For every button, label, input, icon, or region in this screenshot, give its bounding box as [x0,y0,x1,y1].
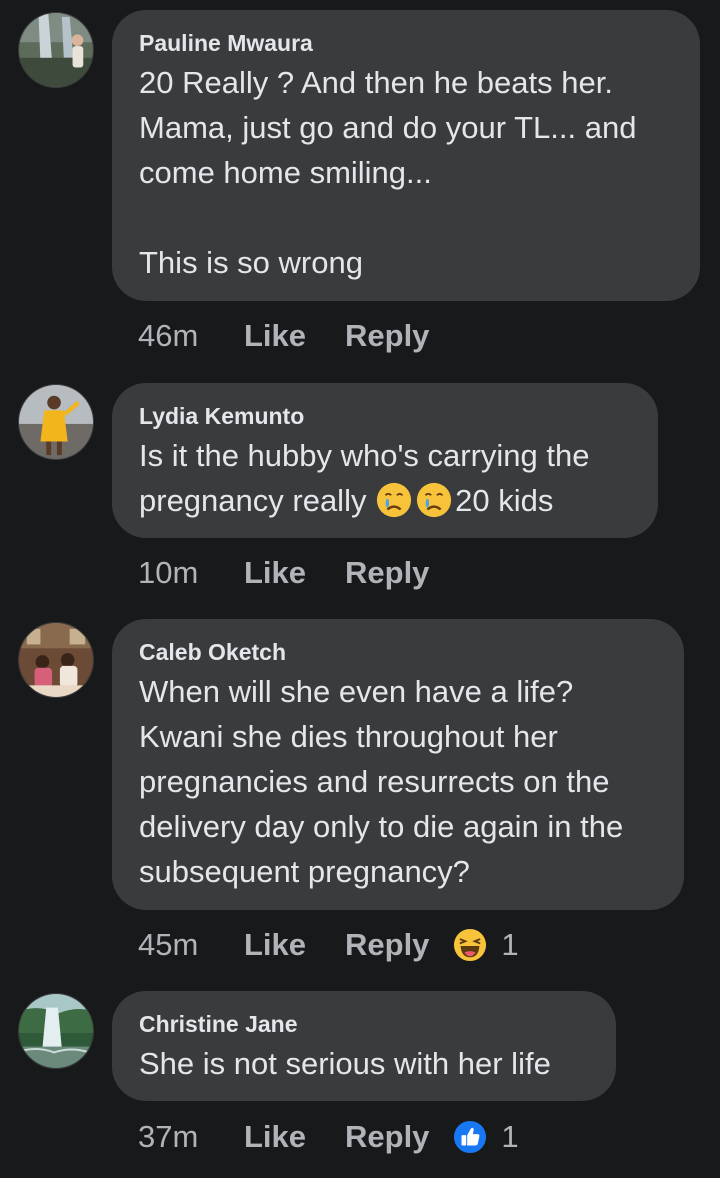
comment-line: She is not serious with her life [139,1046,551,1081]
comment-line: pregnancies and resurrects on the [139,764,610,799]
comment-actions: 46m Like Reply [138,316,453,356]
haha-reaction-icon [454,928,487,962]
comment-bubble: Lydia Kemunto Is it the hubby who's carr… [112,383,658,538]
comment-bubble: Christine Jane She is not serious with h… [112,991,616,1101]
comment-line: Is it the hubby who's carrying the [139,438,590,473]
profile-photo-icon [19,13,93,87]
comment-bubble: Caleb Oketch When will she even have a l… [112,619,684,910]
like-button[interactable]: Like [244,318,345,354]
reaction-summary[interactable]: 1 [453,927,519,963]
avatar[interactable] [18,993,94,1069]
reply-button[interactable]: Reply [345,555,429,591]
comment-line: delivery day only to die again in the [139,809,624,844]
avatar[interactable] [18,12,94,88]
timestamp[interactable]: 46m [138,318,244,354]
avatar[interactable] [18,622,94,698]
comment-line [139,195,674,240]
comment-line: come home smiling... [139,155,432,190]
comment-text: 20 kids [455,483,554,518]
reply-button[interactable]: Reply [345,1119,429,1155]
comment-line: subsequent pregnancy? [139,854,470,889]
crying-face-emoji-icon [416,482,452,518]
comment-line: 20 Really ? And then he beats her. [139,65,613,100]
comment-line: When will she even have a life? [139,674,574,709]
profile-photo-icon [19,385,93,459]
timestamp[interactable]: 45m [138,927,244,963]
avatar[interactable] [18,384,94,460]
comment-line: pregnancy really 20 kids [139,478,632,523]
timestamp[interactable]: 10m [138,555,244,591]
reaction-count: 1 [501,1119,519,1154]
like-button[interactable]: Like [244,555,345,591]
comment-author[interactable]: Lydia Kemunto [139,401,632,431]
comment-author[interactable]: Pauline Mwaura [139,28,674,58]
comment-line: Kwani she dies throughout her [139,719,558,754]
like-button[interactable]: Like [244,1119,345,1155]
comment-line: This is so wrong [139,245,363,280]
reaction-count: 1 [501,927,519,962]
comment-line: Mama, just go and do your TL... and [139,110,637,145]
comment-author[interactable]: Caleb Oketch [139,637,658,667]
like-button[interactable]: Like [244,927,345,963]
profile-photo-icon [19,994,93,1068]
reply-button[interactable]: Reply [345,927,429,963]
comment-actions: 37m Like Reply 1 [138,1117,519,1157]
reaction-summary[interactable]: 1 [453,1119,519,1155]
like-reaction-icon [454,1120,487,1154]
comment-text: pregnancy really [139,483,367,518]
comment-bubble: Pauline Mwaura 20 Really ? And then he b… [112,10,700,301]
crying-face-emoji-icon [376,482,412,518]
profile-photo-icon [19,623,93,697]
reply-button[interactable]: Reply [345,318,429,354]
comment-actions: 45m Like Reply 1 [138,925,519,965]
timestamp[interactable]: 37m [138,1119,244,1155]
comment-actions: 10m Like Reply [138,553,453,593]
comment-author[interactable]: Christine Jane [139,1009,590,1039]
